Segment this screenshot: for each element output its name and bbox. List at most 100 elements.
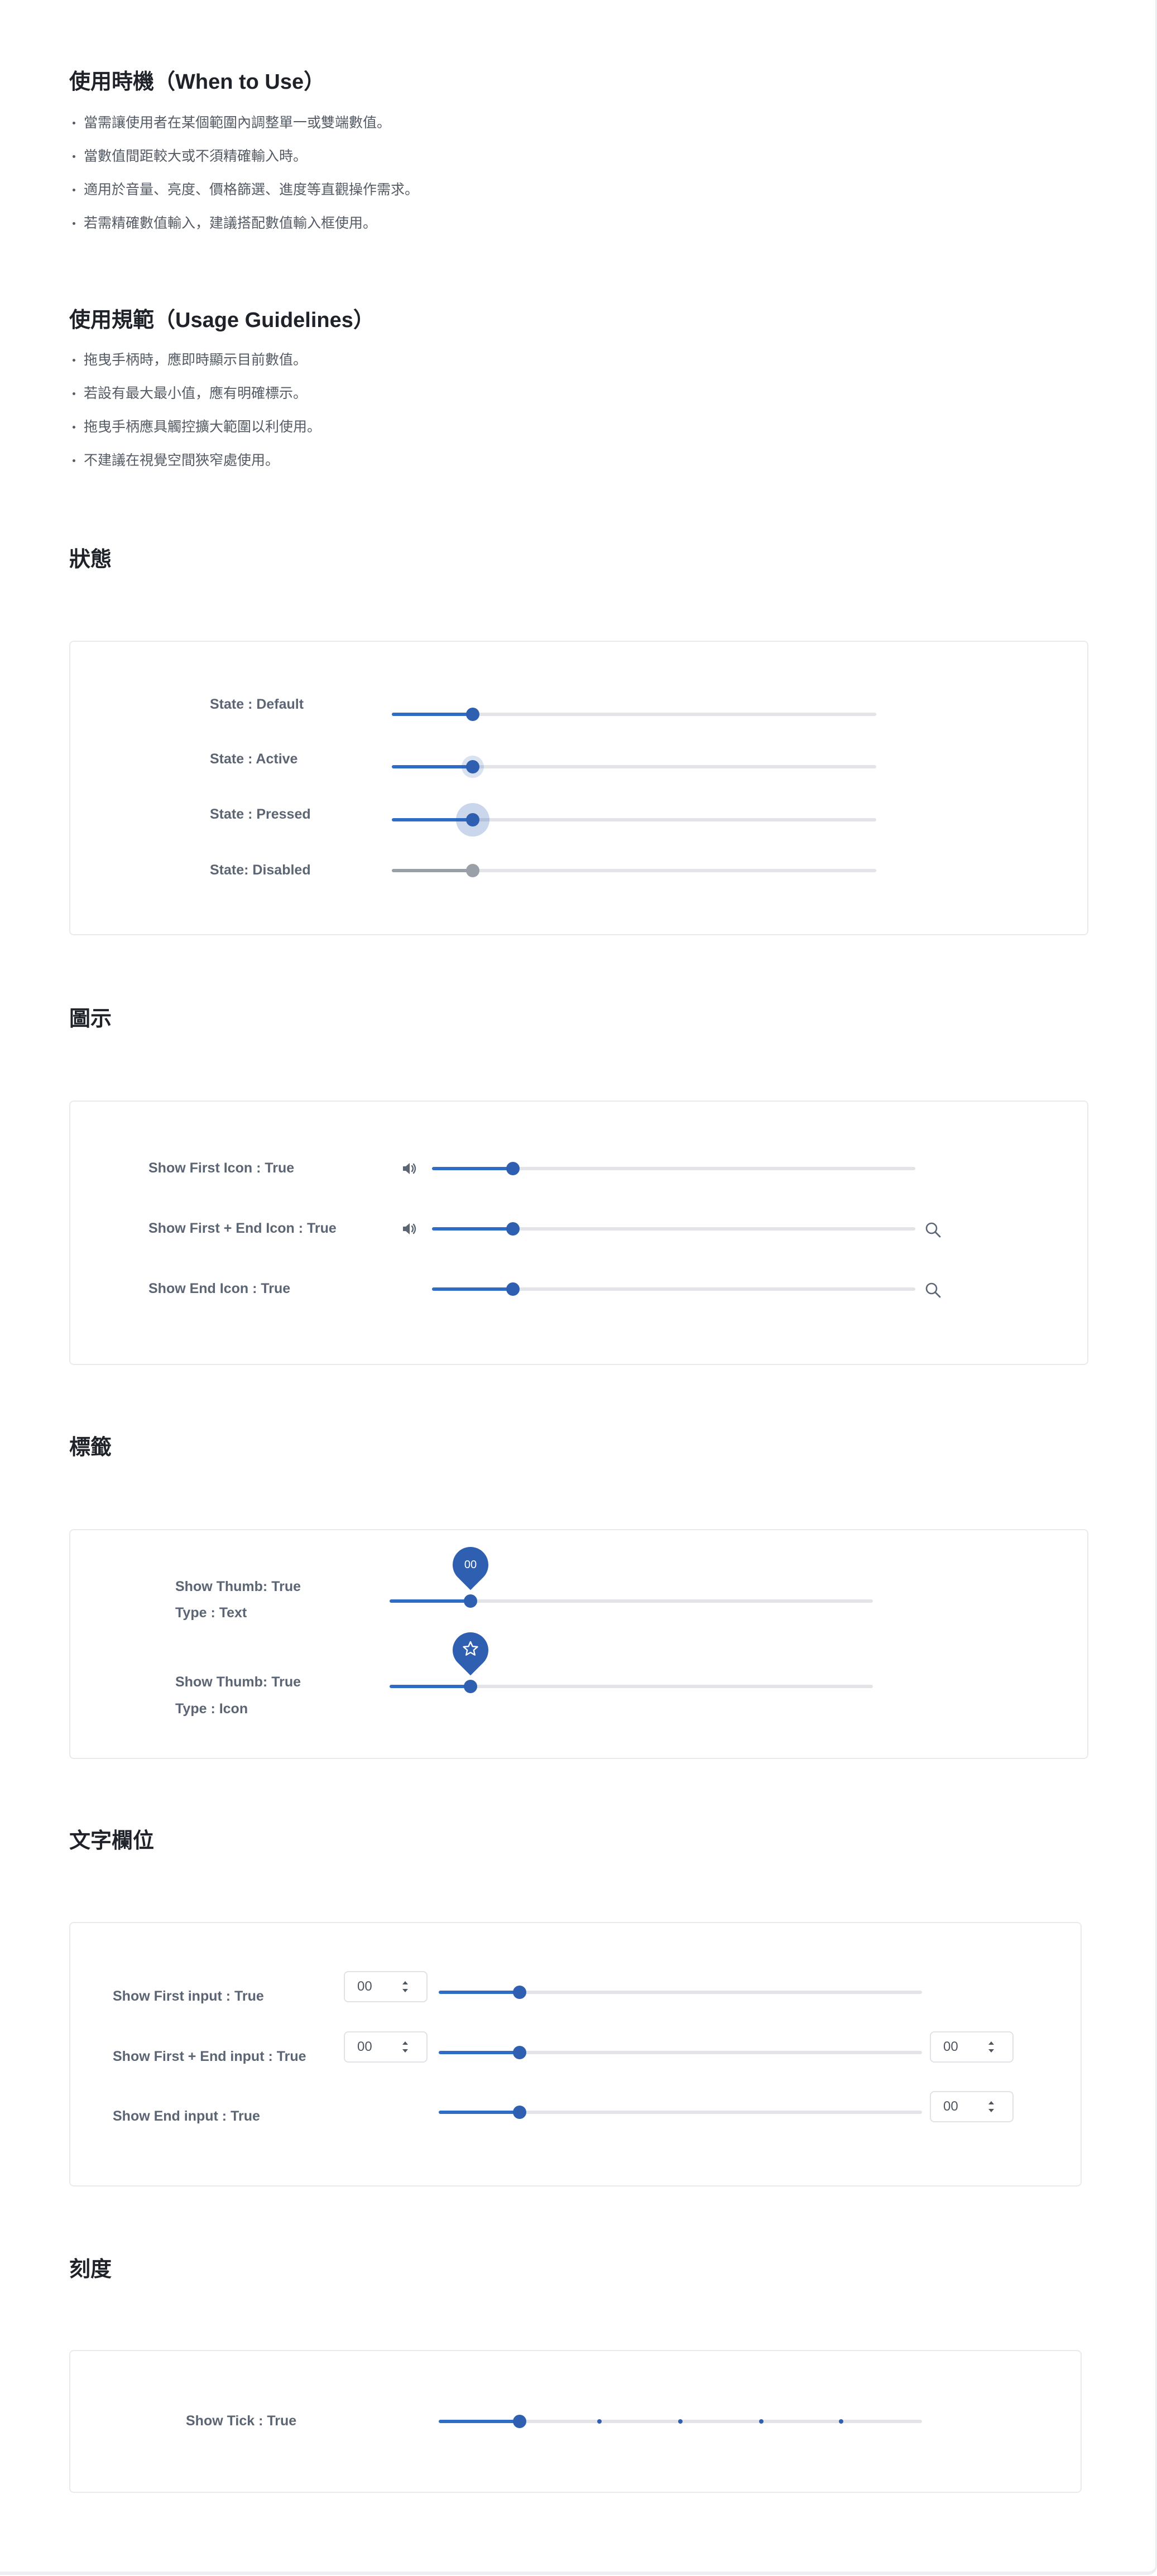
slider-thumb[interactable] <box>466 813 479 826</box>
number-input-value: 00 <box>943 2039 958 2054</box>
inputs-card: Show First input : True Show First + End… <box>69 1922 1082 2186</box>
slider-thumb[interactable] <box>506 1162 520 1175</box>
slider-disabled <box>392 864 876 877</box>
show-thumb-text-label-2: Type : Text <box>175 1605 247 1621</box>
first-number-input[interactable]: 00 <box>344 1971 428 2002</box>
end-number-input[interactable]: 00 <box>930 2091 1014 2122</box>
show-thumb-text-label-1: Show Thumb: True <box>175 1579 301 1594</box>
when-to-use-title: 使用時機（When to Use） <box>69 70 325 94</box>
list-item: 若需精確數值輸入，建議搭配數值輸入框使用。 <box>69 215 419 249</box>
volume-icon[interactable] <box>401 1161 418 1176</box>
tags-title: 標籤 <box>69 1436 112 1459</box>
tick-mark <box>597 2419 602 2424</box>
show-thumb-icon-label-2: Type : Icon <box>175 1701 248 1717</box>
ticks-title: 刻度 <box>69 2258 112 2281</box>
slider-thumb[interactable] <box>513 1986 526 1999</box>
thumb-label-bubble <box>445 1625 496 1676</box>
state-active-label: State : Active <box>210 751 298 767</box>
search-icon[interactable] <box>924 1281 942 1299</box>
slider-fill <box>392 765 473 768</box>
list-item: 當需讓使用者在某個範圍內調整單一或雙端數值。 <box>69 115 419 148</box>
thumb-label-text: 00 <box>464 1559 477 1571</box>
slider-first-end-input[interactable] <box>439 2046 922 2059</box>
show-first-end-icon-label: Show First + End Icon : True <box>148 1220 337 1236</box>
tags-card: Show Thumb: True Type : Text Show Thumb:… <box>69 1529 1088 1759</box>
icons-title: 圖示 <box>69 1007 112 1031</box>
list-item: 適用於音量、亮度、價格篩選、進度等直觀操作需求。 <box>69 182 419 215</box>
slider-fill <box>439 2420 520 2423</box>
slider-thumb[interactable] <box>506 1222 520 1236</box>
slider-fill <box>432 1227 513 1231</box>
slider-end-icon[interactable] <box>432 1282 915 1296</box>
list-item: 拖曳手柄應具觸控擴大範圍以利使用。 <box>69 419 321 453</box>
slider-thumb[interactable] <box>506 1282 520 1296</box>
show-end-icon-label: Show End Icon : True <box>148 1281 291 1296</box>
slider-fill <box>392 713 473 716</box>
states-title: 狀態 <box>69 548 112 571</box>
slider-fill <box>439 1991 520 1994</box>
slider-fill <box>432 1287 513 1291</box>
show-first-icon-label: Show First Icon : True <box>148 1160 295 1176</box>
star-icon <box>463 1641 478 1656</box>
slider-fill <box>439 2051 520 2054</box>
tick-mark <box>759 2419 764 2424</box>
list-item: 拖曳手柄時，應即時顯示目前數值。 <box>69 352 321 386</box>
show-end-input-label: Show End input : True <box>113 2108 260 2124</box>
slider-thumb[interactable] <box>466 760 479 773</box>
slider-pressed[interactable] <box>392 803 876 837</box>
states-card: State : Default State : Active State : P… <box>69 641 1088 935</box>
slider-thumb[interactable] <box>464 1594 477 1608</box>
stepper-icon[interactable] <box>987 2092 996 2121</box>
list-item: 不建議在視覺空間狹窄處使用。 <box>69 453 321 486</box>
show-first-input-label: Show First input : True <box>113 1988 264 2004</box>
first-number-input[interactable]: 00 <box>344 2031 428 2063</box>
icons-card: Show First Icon : True Show First + End … <box>69 1100 1088 1365</box>
slider-first-input[interactable] <box>439 1986 922 1999</box>
state-default-label: State : Default <box>210 696 304 712</box>
stepper-icon[interactable] <box>401 2032 410 2061</box>
slider-thumb-text[interactable]: 00 <box>390 1539 873 1608</box>
show-tick-label: Show Tick : True <box>186 2413 297 2429</box>
search-icon[interactable] <box>924 1221 942 1239</box>
slider-thumb-icon[interactable] <box>390 1625 873 1693</box>
tick-mark <box>678 2419 683 2424</box>
slider-end-input[interactable] <box>439 2106 922 2119</box>
slider-fill <box>390 1685 471 1688</box>
number-input-value: 00 <box>943 2099 958 2114</box>
usage-guidelines-list: 拖曳手柄時，應即時顯示目前數值。 若設有最大最小值，應有明確標示。 拖曳手柄應具… <box>69 352 321 486</box>
slider-fill <box>390 1599 471 1603</box>
slider-first-icon[interactable] <box>432 1162 915 1175</box>
slider-fill <box>392 869 473 872</box>
list-item: 若設有最大最小值，應有明確標示。 <box>69 386 321 419</box>
slider-default[interactable] <box>392 708 876 721</box>
inputs-title: 文字欄位 <box>69 1829 155 1853</box>
thumb-label-bubble: 00 <box>445 1539 496 1590</box>
tick-mark <box>839 2419 843 2424</box>
slider-fill <box>439 2111 520 2114</box>
when-to-use-list: 當需讓使用者在某個範圍內調整單一或雙端數值。 當數值間距較大或不須精確輸入時。 … <box>69 115 419 249</box>
show-thumb-icon-label-1: Show Thumb: True <box>175 1674 301 1690</box>
slider-first-end-icon[interactable] <box>432 1222 915 1236</box>
number-input-value: 00 <box>357 2039 372 2054</box>
slider-fill <box>432 1167 513 1170</box>
slider-active[interactable] <box>392 756 876 778</box>
stepper-icon[interactable] <box>987 2032 996 2061</box>
slider-thumb[interactable] <box>466 708 479 721</box>
slider-ticks[interactable] <box>439 2415 922 2428</box>
show-first-end-input-label: Show First + End input : True <box>113 2049 306 2064</box>
volume-icon[interactable] <box>401 1221 418 1237</box>
ticks-card: Show Tick : True <box>69 2350 1082 2493</box>
stepper-icon[interactable] <box>401 1972 410 2001</box>
usage-guidelines-title: 使用規範（Usage Guidelines） <box>69 309 375 332</box>
slider-thumb <box>466 864 479 877</box>
slider-thumb[interactable] <box>513 2046 526 2059</box>
slider-thumb[interactable] <box>513 2106 526 2119</box>
state-pressed-label: State : Pressed <box>210 806 311 822</box>
slider-thumb[interactable] <box>464 1680 477 1693</box>
state-disabled-label: State: Disabled <box>210 862 311 878</box>
list-item: 當數值間距較大或不須精確輸入時。 <box>69 148 419 182</box>
number-input-value: 00 <box>357 1979 372 1994</box>
page: 使用時機（When to Use） 當需讓使用者在某個範圍內調整單一或雙端數值。… <box>0 0 1157 2576</box>
slider-thumb[interactable] <box>513 2415 526 2428</box>
end-number-input[interactable]: 00 <box>930 2031 1014 2063</box>
